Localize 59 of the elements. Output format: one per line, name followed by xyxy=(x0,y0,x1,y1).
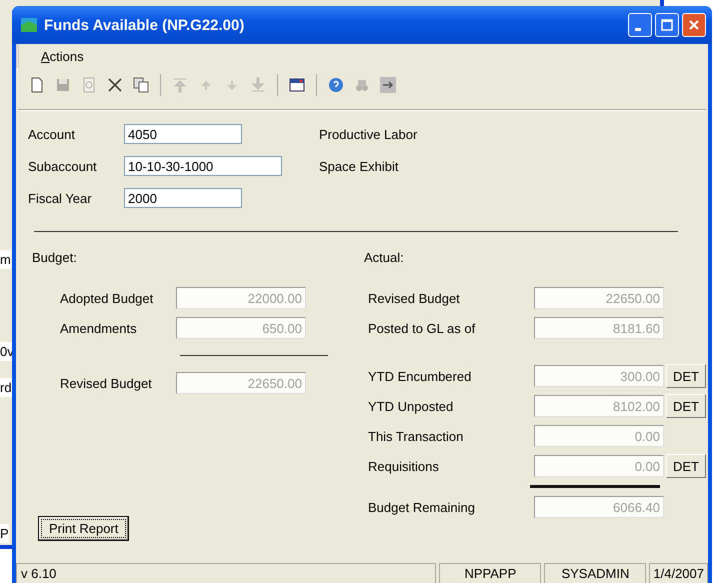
status-text: v 6.10 xyxy=(16,563,436,583)
last-icon xyxy=(249,76,267,94)
exit-toolbar-button[interactable] xyxy=(377,74,399,96)
help-icon xyxy=(327,76,345,94)
section-heading: Actual: xyxy=(364,250,405,265)
close-icon xyxy=(687,18,701,32)
print-report-button[interactable]: Print Report xyxy=(38,516,130,541)
detail-button[interactable]: DET xyxy=(666,364,706,388)
field-label: Revised Budget xyxy=(59,376,153,390)
maximize-button[interactable] xyxy=(655,13,679,37)
background-text: m xyxy=(0,250,11,269)
field-label: Posted to GL as of xyxy=(367,320,476,336)
amount-field[interactable]: 22000.00 xyxy=(176,287,306,309)
background-text: rd xyxy=(0,378,12,397)
status-text: 1/4/2007 xyxy=(649,563,708,583)
copy-icon xyxy=(132,76,150,94)
status-text: SYSADMIN xyxy=(544,563,646,583)
field-label: Budget Remaining xyxy=(367,500,476,514)
amount-field[interactable]: 0.00 xyxy=(534,425,664,447)
amount-field[interactable]: 8102.00 xyxy=(534,395,664,417)
app-icon xyxy=(20,16,38,34)
first-icon xyxy=(171,76,189,94)
status-text: NPPAPP xyxy=(439,563,542,583)
amount-field[interactable]: 300.00 xyxy=(534,365,664,387)
field-description: Space Exhibit xyxy=(319,158,398,174)
close-button[interactable] xyxy=(682,13,706,37)
amount-field[interactable]: 650.00 xyxy=(176,317,306,339)
amount-field[interactable]: 22650.00 xyxy=(176,372,306,394)
field-label: Amendments xyxy=(59,320,138,336)
field-label: YTD Unposted xyxy=(367,398,454,414)
maximize-icon xyxy=(660,18,674,32)
section-heading: Budget: xyxy=(32,250,78,265)
field-label: Account xyxy=(28,126,76,142)
field-label: Requisitions xyxy=(367,458,440,474)
amount-field[interactable]: 22650.00 xyxy=(534,287,664,309)
delete-icon xyxy=(106,76,124,94)
exit-icon xyxy=(379,76,397,94)
field-label: Subaccount xyxy=(28,158,98,174)
amount-field[interactable]: 6066.40 xyxy=(534,496,664,518)
text-field[interactable]: 4050 xyxy=(124,124,242,144)
amount-field[interactable]: 0.00 xyxy=(534,455,664,477)
menu-item[interactable]: Actions xyxy=(37,46,88,66)
background-text: P xyxy=(0,524,9,543)
text-field[interactable]: 10-10-30-1000 xyxy=(124,156,282,176)
window-title: Funds Available (NP.G22.00) xyxy=(44,16,246,34)
minimize-icon xyxy=(635,28,641,30)
field-label: Revised Budget xyxy=(367,290,461,306)
amount-field[interactable]: 8181.60 xyxy=(534,317,664,339)
field-label: This Transaction xyxy=(367,428,464,444)
text-field[interactable]: 2000 xyxy=(124,188,242,208)
minimize-button[interactable] xyxy=(628,13,652,37)
detail-button[interactable]: DET xyxy=(666,454,706,478)
field-description: Productive Labor xyxy=(319,126,418,142)
save-icon xyxy=(54,76,72,94)
field-label: Adopted Budget xyxy=(59,290,154,306)
field-label: YTD Encumbered xyxy=(367,368,472,384)
detail-button[interactable]: DET xyxy=(666,394,706,418)
field-label: Fiscal Year xyxy=(28,190,93,206)
calendar-icon xyxy=(288,76,306,94)
